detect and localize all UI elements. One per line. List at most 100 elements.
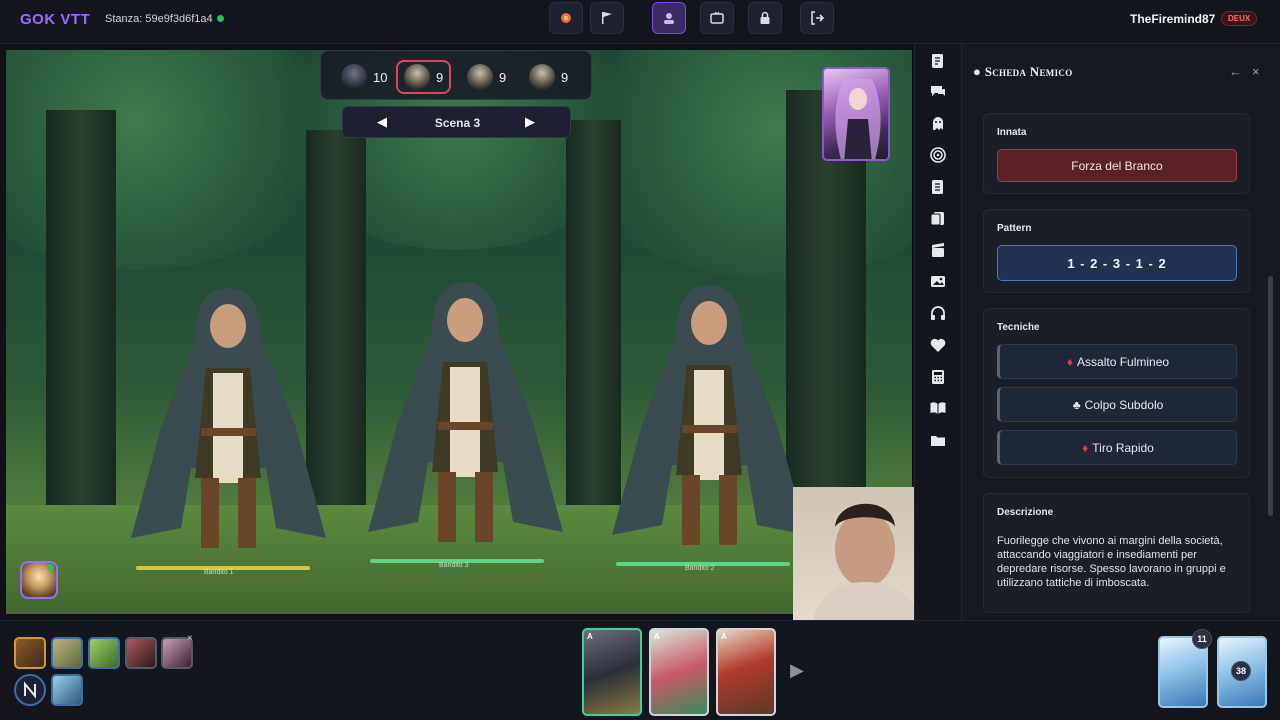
party-member-avatar[interactable] xyxy=(125,637,157,669)
party-member-avatar[interactable] xyxy=(14,674,46,706)
card-rank: A xyxy=(587,632,593,641)
lock-icon xyxy=(760,11,770,24)
online-status-icon xyxy=(217,15,224,22)
back-button[interactable]: ← xyxy=(1229,64,1242,79)
calculator-icon xyxy=(932,370,944,384)
cinema-button[interactable] xyxy=(929,241,947,259)
card-rank: A xyxy=(721,632,727,641)
enemy-name-label: Bandito 1 xyxy=(204,569,234,576)
target-button[interactable] xyxy=(929,146,947,164)
screen-icon xyxy=(710,11,724,24)
lock-button[interactable] xyxy=(748,2,782,34)
chat-button[interactable] xyxy=(929,82,947,100)
calculator-button[interactable] xyxy=(929,368,947,386)
enemy-token-bandito-2[interactable] xyxy=(602,275,817,565)
diamond-suit-icon: ♦ xyxy=(1066,354,1074,369)
initiative-entry[interactable]: 9 xyxy=(523,60,574,94)
notes-button[interactable] xyxy=(929,52,947,70)
attack-pattern[interactable]: 1 - 2 - 3 - 1 - 2 xyxy=(997,245,1237,281)
description-label: Descrizione xyxy=(997,507,1054,518)
technique-button[interactable]: ♦ Tiro Rapido xyxy=(997,430,1237,465)
folder-button[interactable] xyxy=(929,431,947,449)
cards-button[interactable] xyxy=(929,209,947,227)
close-button[interactable]: × xyxy=(1252,64,1260,79)
exit-button[interactable] xyxy=(800,2,834,34)
innate-label: Innata xyxy=(997,127,1027,138)
enemy-name-label: Bandito 3 xyxy=(439,562,469,569)
combat-button[interactable] xyxy=(549,2,583,34)
app-brand[interactable]: GOK VTT xyxy=(20,11,90,28)
initiative-entry-current[interactable]: 9 xyxy=(396,60,452,94)
combat-icon xyxy=(561,13,571,23)
initiative-entry[interactable]: 10 xyxy=(335,60,393,94)
enemy-sheet-icon: ● xyxy=(973,64,982,79)
audio-button[interactable] xyxy=(929,304,947,322)
hand-card[interactable]: A xyxy=(716,628,776,716)
active-character-card[interactable] xyxy=(822,67,890,161)
panel-scrollbar[interactable] xyxy=(1268,276,1273,516)
user-badge: DEUX xyxy=(1221,11,1258,26)
party-member-avatar[interactable] xyxy=(88,637,120,669)
hand-card[interactable]: A xyxy=(582,628,642,716)
initiative-value: 10 xyxy=(373,69,388,85)
flag-button[interactable] xyxy=(590,2,624,34)
notes-icon xyxy=(932,54,943,68)
initiative-avatar xyxy=(529,64,555,90)
club-suit-icon: ♣ xyxy=(1072,397,1081,412)
ghost-button[interactable] xyxy=(929,114,947,132)
target-icon xyxy=(930,147,946,163)
document-icon xyxy=(932,180,943,194)
initiative-value: 9 xyxy=(499,69,507,85)
remove-party-member-button[interactable]: × xyxy=(187,633,193,644)
initiative-entry[interactable]: 9 xyxy=(461,60,512,94)
party-member-avatar[interactable] xyxy=(51,637,83,669)
hand-card[interactable]: A xyxy=(649,628,709,716)
pattern-section: Pattern 1 - 2 - 3 - 1 - 2 xyxy=(983,209,1250,293)
initiative-value: 9 xyxy=(436,69,444,85)
headphones-icon xyxy=(931,306,945,320)
tree-trunk xyxy=(46,110,116,540)
online-status-icon xyxy=(47,564,54,571)
heart-button[interactable] xyxy=(929,336,947,354)
character-card-art xyxy=(835,79,881,159)
enemy-token-bandito-3[interactable] xyxy=(358,272,573,562)
webcam-person xyxy=(813,503,914,622)
technique-button[interactable]: ♦ Assalto Fulmineo xyxy=(997,344,1237,379)
webcam-feed[interactable] xyxy=(793,487,914,622)
book-button[interactable] xyxy=(929,399,947,417)
cards-icon xyxy=(930,212,944,226)
chat-icon xyxy=(931,86,945,96)
image-icon xyxy=(931,276,945,287)
document-button[interactable] xyxy=(929,178,947,196)
image-button[interactable] xyxy=(929,272,947,290)
tools-sidebar xyxy=(914,44,962,620)
party-member-avatar[interactable] xyxy=(51,674,83,706)
initiative-avatar xyxy=(467,64,493,90)
technique-name: Tiro Rapido xyxy=(1092,440,1154,455)
flag-icon xyxy=(602,12,612,24)
party-member-avatar[interactable] xyxy=(14,637,46,669)
panel-title-text: Scheda Nemico xyxy=(984,64,1073,79)
initiative-value: 9 xyxy=(561,69,569,85)
next-cards-button[interactable]: ▶ xyxy=(790,660,804,681)
scene-title: Scena 3 xyxy=(434,116,481,130)
next-scene-button[interactable]: ▶ xyxy=(525,114,535,130)
username[interactable]: TheFiremind87 xyxy=(1130,12,1215,26)
room-id: Stanza: 59e9f3d6f1a4 xyxy=(105,13,213,25)
book-icon xyxy=(930,402,946,414)
initiative-avatar xyxy=(404,64,430,90)
top-bar: GOK VTT Stanza: 59e9f3d6f1a4 TheFiremind… xyxy=(0,0,1280,44)
heart-icon xyxy=(930,338,946,352)
enemy-token-bandito-1[interactable] xyxy=(121,278,336,568)
cinema-icon xyxy=(932,243,944,257)
initiative-tracker: 10 9 9 9 xyxy=(320,50,592,100)
folder-icon xyxy=(931,436,945,446)
screen-button[interactable] xyxy=(700,2,734,34)
panel-title: ● Scheda Nemico xyxy=(973,64,1073,80)
technique-name: Colpo Subdolo xyxy=(1084,397,1164,412)
draw-deck-count: 11 xyxy=(1192,629,1212,649)
innate-ability[interactable]: Forza del Branco xyxy=(997,149,1237,182)
innate-section: Innata Forza del Branco xyxy=(983,113,1250,194)
gm-portrait-button[interactable] xyxy=(652,2,686,34)
technique-button[interactable]: ♣ Colpo Subdolo xyxy=(997,387,1237,422)
